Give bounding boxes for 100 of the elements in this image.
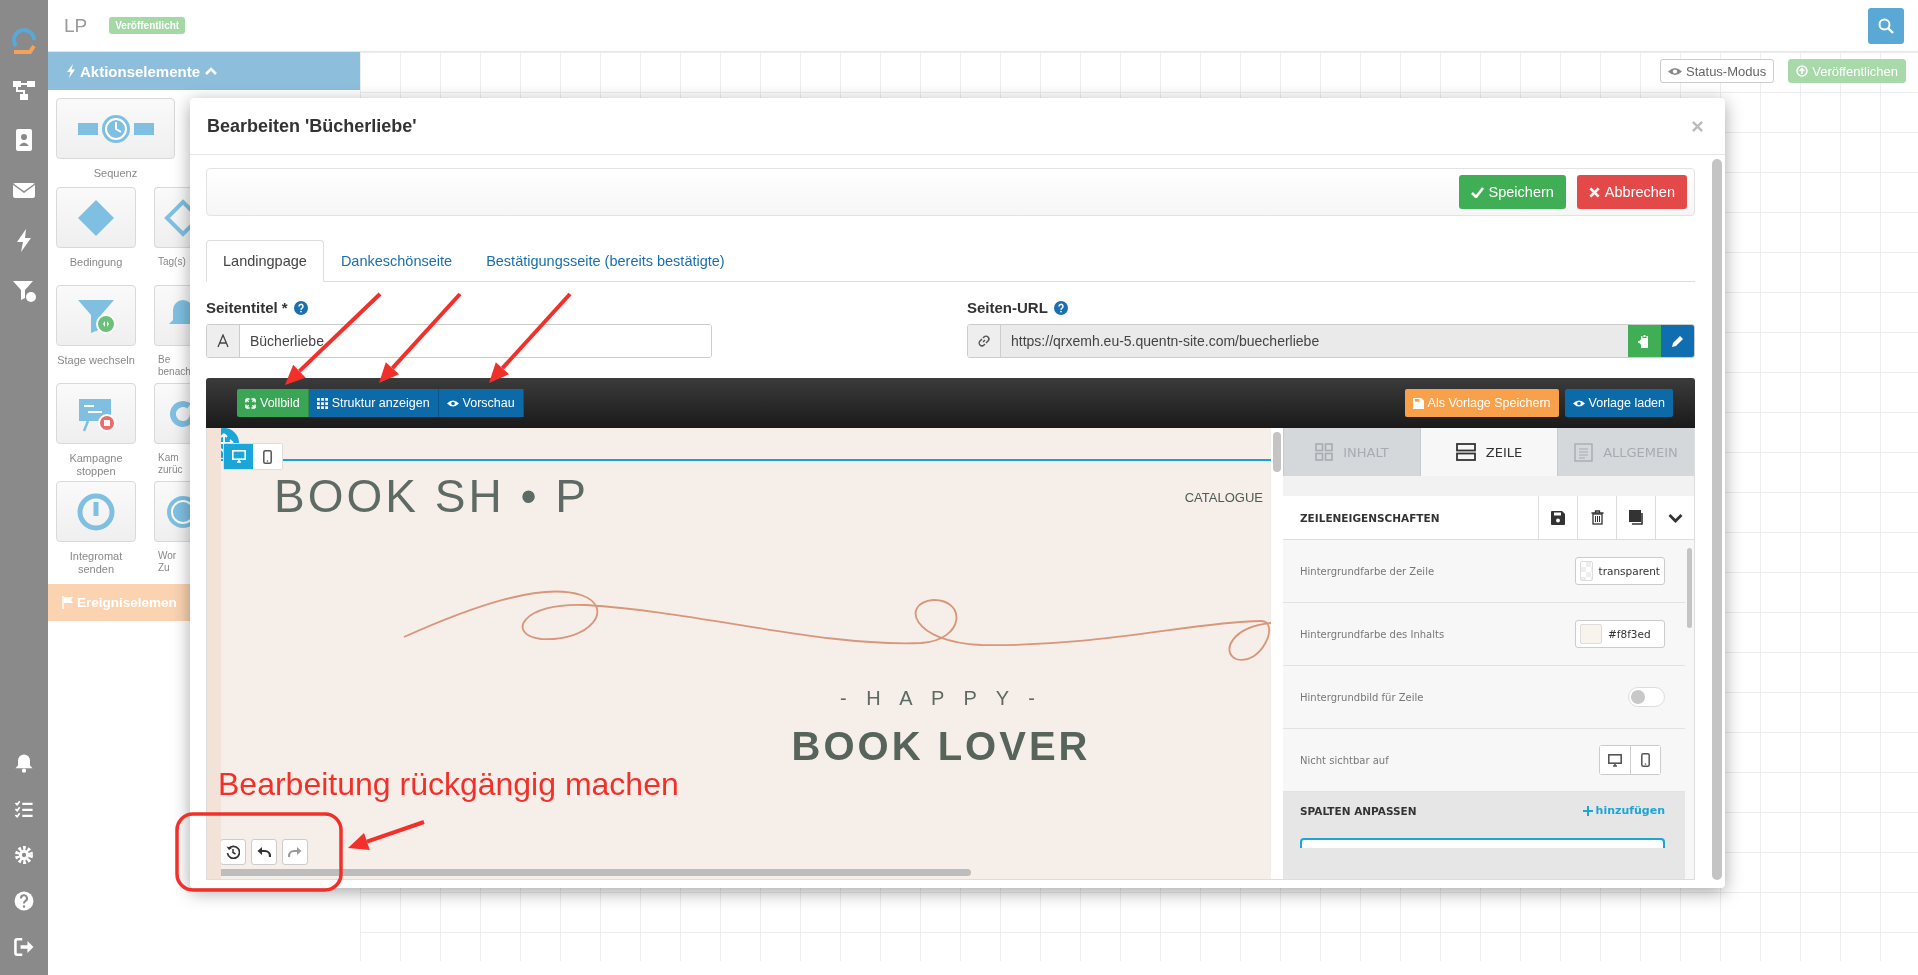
power-icon [76,491,116,532]
floppy-icon [1551,510,1565,525]
column-card[interactable] [1300,838,1665,848]
hero-kicker: - H A P P Y - [840,687,1042,710]
color-swatch [1580,561,1593,581]
bolt-icon [66,64,76,78]
shop-logo: BOOK SH • P [274,473,589,519]
toolbar-button[interactable]: Vollbild [237,389,309,417]
upload-circle-icon [1796,65,1809,77]
monitor-icon [231,450,246,463]
toggle-switch[interactable] [1628,687,1665,707]
toolbar-button[interactable]: Vorschau [438,389,524,417]
clipboard-icon [1638,334,1651,348]
edit-button[interactable] [1661,325,1694,357]
phone-icon [1641,753,1650,767]
plus-icon [1582,805,1593,816]
phone-icon [263,449,272,464]
property-label: Hintergrundbild für Zeile [1300,691,1424,703]
eye-icon [1572,398,1585,408]
element-tile[interactable] [56,98,175,159]
color-field[interactable]: transparent [1575,557,1665,585]
nav-link[interactable]: CATALOGUE [1184,490,1263,505]
close-icon [1692,120,1703,132]
cancel-button[interactable]: Abbrechen [1576,175,1687,209]
element-tile[interactable] [56,187,136,248]
field-label: Seiten-URL [967,299,1048,316]
toolbar-button[interactable]: Vorlage laden [1564,389,1673,417]
tab[interactable]: Dankeschönseite [323,240,470,282]
history-button[interactable] [221,839,246,865]
field-label: Seitentitel * [206,299,288,316]
search-icon [1878,17,1894,34]
document-icon [1574,442,1594,462]
element-label: Be benach [157,354,191,377]
close-icon [1588,186,1600,198]
undo-button[interactable] [251,839,277,865]
page-title: LP [64,14,88,37]
redo-button[interactable] [282,839,308,865]
element-label: Bedingung [69,256,123,269]
eye-icon [1668,66,1682,76]
color-field[interactable]: #f8f3ed [1575,620,1665,648]
search-button[interactable] [1868,7,1904,44]
expand-icon [245,397,256,409]
element-label: Stage wechseln [57,354,135,367]
mobile-button[interactable] [1630,746,1660,774]
element-tile[interactable] [56,285,136,346]
element-tile[interactable] [56,481,136,542]
property-label: Nicht sichtbar auf [1300,754,1389,766]
section-title: SPALTEN ANPASSEN [1300,804,1417,817]
tab[interactable]: Landingpage [206,240,324,282]
element-label: Wor Zu [157,550,177,573]
status-badge: Veröffentlicht [109,17,186,34]
element-label: Tag(s) [157,256,186,268]
diamond-icon [76,197,116,238]
property-label: Hintergrundfarbe des Inhalts [1300,628,1445,640]
scrollbar[interactable] [1712,159,1722,880]
panel-tab[interactable]: ZEILE [1420,428,1557,476]
eye-icon [446,398,459,408]
element-label: Sequenz [93,167,138,180]
hero-headline: BOOK LOVER [791,724,1091,769]
trash-icon [1590,510,1604,525]
scrollbar[interactable] [1273,432,1281,472]
link-icon [977,334,991,348]
section-title: ZEILENEIGENSCHAFTEN [1299,510,1441,526]
check-icon [1470,186,1484,198]
element-label: Kam zurüc [157,452,183,475]
toolbar-button[interactable]: Struktur anzeigen [308,389,439,417]
scrollbar[interactable] [221,869,971,876]
element-tile[interactable] [56,383,136,444]
help-icon [1053,300,1068,315]
pencil-icon [1671,334,1684,348]
chevron-up-icon [204,66,219,76]
flag-icon [62,596,74,609]
element-label: Kampagne stoppen [69,452,123,478]
status-mode-button[interactable]: Status-Modus [1660,59,1775,83]
grid-icon [316,397,328,409]
logout-icon [12,935,36,959]
monitor-icon [1608,753,1622,767]
title-field[interactable]: Bücherliebe [206,324,712,358]
property-label: Hintergrundfarbe der Zeile [1300,565,1435,577]
diamond-outline-icon [163,197,193,238]
tab[interactable]: Bestätigungsseite (bereits bestätigte) [469,240,742,282]
redo-icon [288,846,302,858]
close-button[interactable] [1692,120,1703,132]
chevron-down-icon [1667,512,1683,523]
url-field[interactable]: https://qrxemh.eu-5.quentn-site.com/buecherliebe [967,324,1695,358]
copy-button[interactable] [1628,325,1661,357]
grid-icon [1315,443,1334,461]
letter-a-icon [216,334,230,348]
save-button[interactable]: Speichern [1458,175,1566,209]
history-icon [226,845,240,859]
help-icon [293,300,308,315]
dialog-title: Bearbeiten 'Bücherliebe' [207,115,417,137]
element-label: Integromat senden [69,550,123,576]
annotation-text: Bearbeitung rückgängig machen [218,766,679,803]
floppy-icon [1412,397,1424,409]
settings-icon [12,843,36,867]
undo-icon [257,846,271,858]
section-title: Ereigniselemen [77,595,177,610]
logo-icon [10,26,38,54]
scrollbar[interactable] [1687,548,1692,628]
